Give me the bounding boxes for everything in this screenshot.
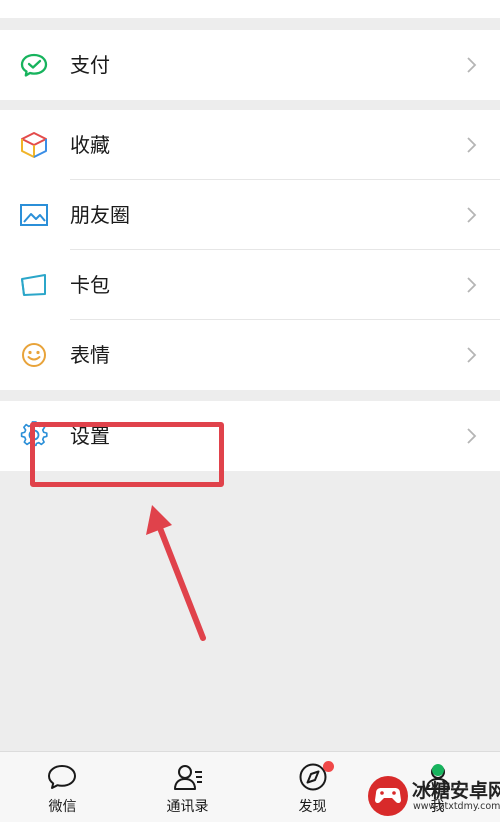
- watermark: 冰糖安卓网 www.btxtdmy.com: [366, 770, 500, 821]
- chevron-right-icon: [467, 277, 477, 293]
- gamepad-logo-icon: [368, 776, 408, 816]
- chevron-right-icon: [467, 347, 477, 363]
- chat-bubble-icon: [48, 765, 76, 789]
- pay-icon: [20, 53, 48, 77]
- chevron-right-icon: [467, 57, 477, 73]
- chevron-right-icon: [467, 137, 477, 153]
- tab-label-contacts: 通讯录: [166, 799, 209, 815]
- watermark-title: 冰糖安卓网: [412, 780, 500, 802]
- chevron-right-icon: [467, 207, 477, 223]
- notification-dot: [323, 761, 334, 772]
- menu-item-pay[interactable]: 支付: [0, 30, 500, 100]
- tab-label-chats: 微信: [48, 799, 77, 815]
- chevron-right-icon: [467, 428, 477, 444]
- smiley-icon: [22, 343, 46, 367]
- highlight-box: [30, 422, 224, 487]
- menu-item-favorites[interactable]: 收藏: [0, 110, 500, 180]
- menu-item-stickers[interactable]: 表情: [0, 320, 500, 390]
- top-section-edge: [0, 0, 500, 18]
- watermark-url: www.btxtdmy.com: [413, 801, 500, 812]
- card-icon: [21, 274, 46, 296]
- menu-label-stickers: 表情: [70, 343, 110, 367]
- tab-discover[interactable]: 发现: [250, 752, 375, 822]
- menu-label-cards: 卡包: [70, 273, 110, 297]
- tab-chats[interactable]: 微信: [0, 752, 125, 822]
- picture-icon: [20, 204, 48, 226]
- menu-item-cards[interactable]: 卡包: [0, 250, 500, 320]
- annotation-arrow: [146, 505, 206, 641]
- tab-label-discover: 发现: [298, 799, 327, 815]
- menu-label-pay: 支付: [70, 53, 110, 77]
- tab-contacts[interactable]: 通讯录: [125, 752, 250, 822]
- contacts-icon: [174, 765, 202, 790]
- cube-icon: [21, 132, 47, 158]
- menu-label-favorites: 收藏: [70, 133, 110, 157]
- menu-item-moments[interactable]: 朋友圈: [0, 180, 500, 250]
- menu-label-moments: 朋友圈: [70, 203, 130, 227]
